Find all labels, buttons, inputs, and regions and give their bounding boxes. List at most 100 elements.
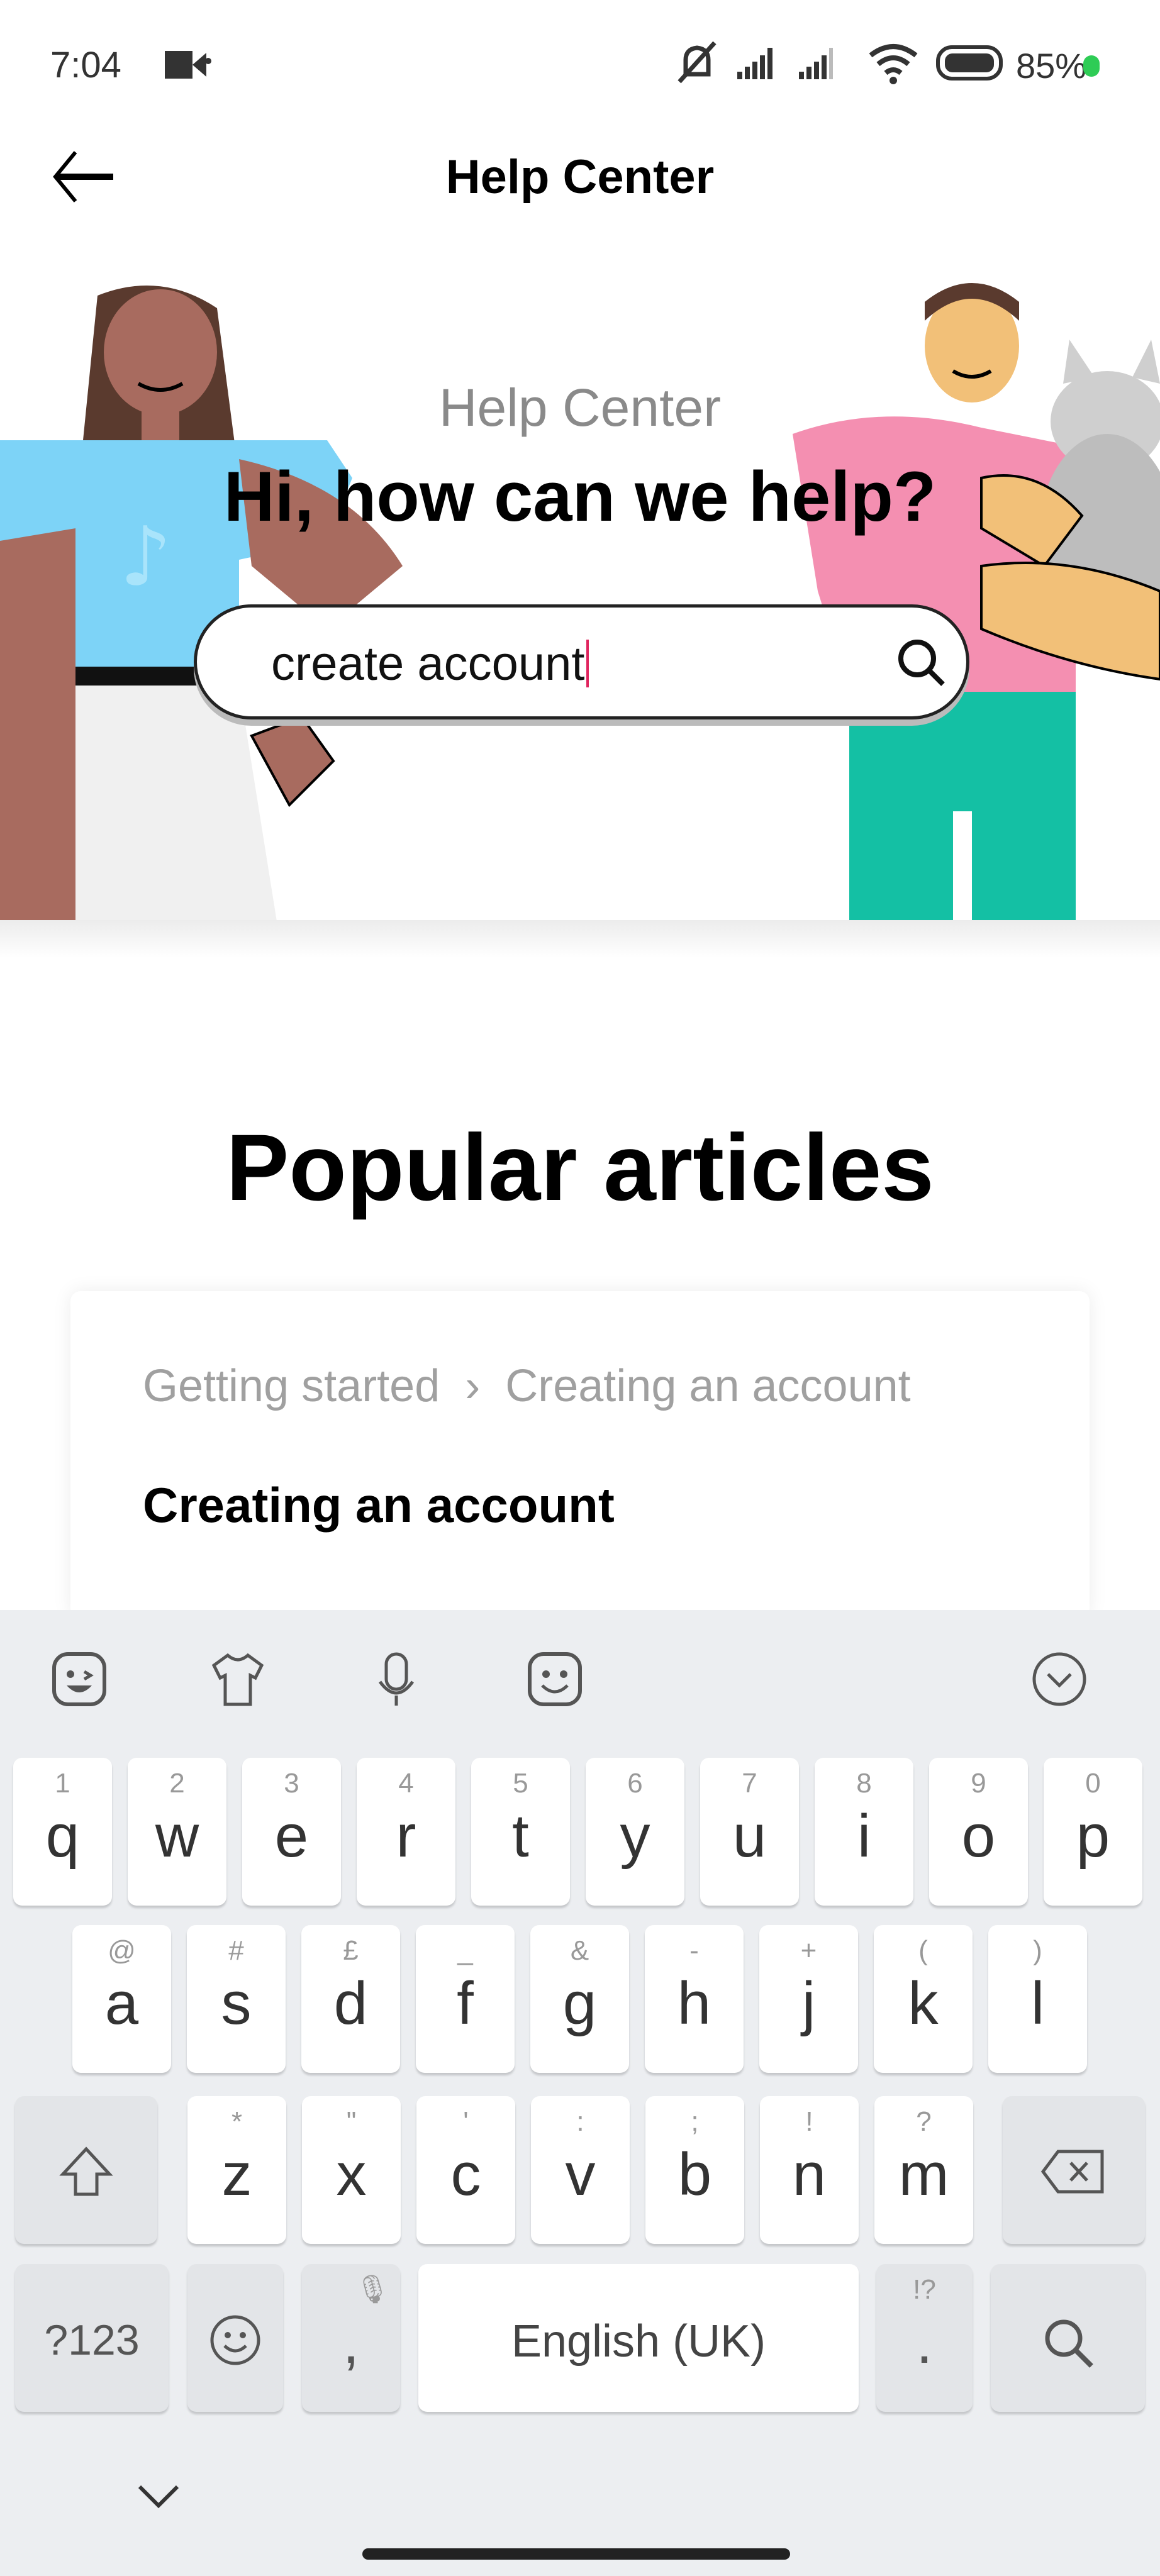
key-label: t	[512, 1802, 529, 1870]
key-hint: 7	[742, 1768, 757, 1799]
key-o[interactable]: 9o	[929, 1758, 1028, 1906]
key-hint: )	[1033, 1935, 1042, 1966]
key-hint: £	[343, 1935, 359, 1966]
mic-hint-icon: 🎙	[355, 2274, 390, 2305]
key-label: w	[155, 1802, 199, 1870]
text-cursor	[586, 640, 589, 687]
key-s[interactable]: # s	[187, 1925, 286, 2073]
search-icon[interactable]	[889, 630, 958, 699]
key-hint: (	[918, 1935, 928, 1966]
key-n[interactable]: ! n	[760, 2096, 859, 2244]
key-r[interactable]: 4r	[357, 1758, 455, 1906]
key-i[interactable]: 8i	[815, 1758, 913, 1906]
key-label: x	[336, 2141, 367, 2208]
key-label: r	[396, 1802, 416, 1870]
space-key[interactable]: English (UK)	[418, 2264, 859, 2412]
key-hint: &	[570, 1935, 589, 1966]
clock: 7:04	[50, 45, 121, 86]
key-hint: *	[231, 2106, 243, 2137]
key-label: g	[562, 1970, 597, 2037]
key-label: v	[565, 2141, 596, 2208]
key-hint: 6	[627, 1768, 643, 1799]
backspace-icon	[1040, 2150, 1104, 2194]
key-label: b	[678, 2141, 712, 2208]
article-card[interactable]: Getting started › Creating an account Crea…	[70, 1291, 1090, 1618]
key-p[interactable]: 0p	[1044, 1758, 1142, 1906]
key-hint: ;	[691, 2106, 699, 2137]
article-title[interactable]: Creating an account	[143, 1477, 615, 1534]
shift-key[interactable]	[15, 2096, 157, 2244]
key-label: e	[274, 1802, 309, 1870]
comma-key[interactable]: 🎙,	[302, 2264, 400, 2412]
key-hint: '	[463, 2106, 469, 2137]
chevron-right-icon: ›	[465, 1361, 481, 1411]
key-hint: 3	[284, 1768, 299, 1799]
key-hint: _	[457, 1935, 473, 1966]
video-camera-icon	[165, 51, 206, 79]
keyboard-keys: ?123 🎙, English (UK) !?. 1q2w3e4r5t6y7u8…	[0, 1610, 1160, 2576]
hero-title: Hi, how can we help?	[223, 457, 937, 536]
key-q[interactable]: 1q	[13, 1758, 112, 1906]
key-label: s	[221, 1970, 252, 2037]
search-key[interactable]	[991, 2264, 1145, 2412]
key-k[interactable]: (k	[874, 1925, 973, 2073]
search-input[interactable]: create account	[194, 604, 969, 719]
key-label: p	[1076, 1802, 1110, 1870]
breadcrumb-item[interactable]: Creating an account	[505, 1361, 910, 1411]
home-indicator[interactable]	[362, 2548, 790, 2560]
backspace-key[interactable]	[1003, 2096, 1145, 2244]
key-z[interactable]: * z	[187, 2096, 286, 2244]
key-hint: 0	[1085, 1768, 1101, 1799]
hero-subtitle: Help Center	[438, 378, 722, 437]
key-hint: :	[576, 2106, 584, 2137]
key-v[interactable]: :v	[531, 2096, 630, 2244]
keyboard: ?123 🎙, English (UK) !?. 1q2w3e4r5t6y7u8…	[0, 1610, 1160, 2576]
key-label: k	[908, 1970, 939, 2037]
signal-icon	[737, 48, 772, 79]
period-key[interactable]: !?.	[876, 2264, 973, 2412]
key-hint: #	[228, 1935, 244, 1966]
key-hint: @	[108, 1935, 136, 1966]
mute-icon	[678, 41, 717, 84]
key-g[interactable]: & g	[530, 1925, 629, 2073]
key-label: l	[1030, 1970, 1045, 2037]
key-b[interactable]: ; b	[645, 2096, 744, 2244]
battery-icon	[936, 45, 1003, 80]
key-label: d	[333, 1970, 368, 2037]
symbols-key[interactable]: ?123	[15, 2264, 169, 2412]
key-f[interactable]: _ f	[416, 1925, 515, 2073]
key-m[interactable]: ? m	[874, 2096, 973, 2244]
key-a[interactable]: @ a	[72, 1925, 171, 2073]
key-c[interactable]: ' c	[416, 2096, 515, 2244]
signal-icon	[799, 48, 833, 79]
battery-percent: 85%	[1016, 46, 1087, 86]
key-l[interactable]: ) l	[988, 1925, 1087, 2073]
key-x[interactable]: " x	[302, 2096, 401, 2244]
key-label: q	[45, 1802, 80, 1870]
section-title: Popular articles	[226, 1114, 934, 1220]
key-hint: 2	[169, 1768, 185, 1799]
key-u[interactable]: 7u	[700, 1758, 799, 1906]
hero-divider	[0, 920, 1160, 958]
search-input-value: create account	[271, 637, 585, 691]
key-j[interactable]: + j	[759, 1925, 858, 2073]
status-bar: 7:04 85%	[0, 0, 1160, 132]
key-label: n	[792, 2141, 827, 2208]
wifi-icon	[869, 44, 918, 84]
nav-hide-keyboard-icon[interactable]	[133, 2478, 184, 2516]
key-label: y	[620, 1802, 650, 1870]
key-label: h	[677, 1970, 711, 2037]
key-hint: ?	[916, 2106, 932, 2137]
key-y[interactable]: 6y	[586, 1758, 684, 1906]
key-hint: !	[805, 2106, 813, 2137]
smiley-icon	[210, 2315, 260, 2365]
breadcrumb-item[interactable]: Getting started	[143, 1361, 440, 1411]
key-t[interactable]: 5t	[471, 1758, 570, 1906]
key-hint: 5	[513, 1768, 528, 1799]
key-e[interactable]: 3e	[242, 1758, 341, 1906]
breadcrumb: Getting started › Creating an account	[143, 1360, 911, 1412]
key-w[interactable]: 2w	[128, 1758, 226, 1906]
key-d[interactable]: £ d	[301, 1925, 400, 2073]
key-h[interactable]: -h	[645, 1925, 744, 2073]
emoji-key[interactable]	[187, 2264, 283, 2412]
